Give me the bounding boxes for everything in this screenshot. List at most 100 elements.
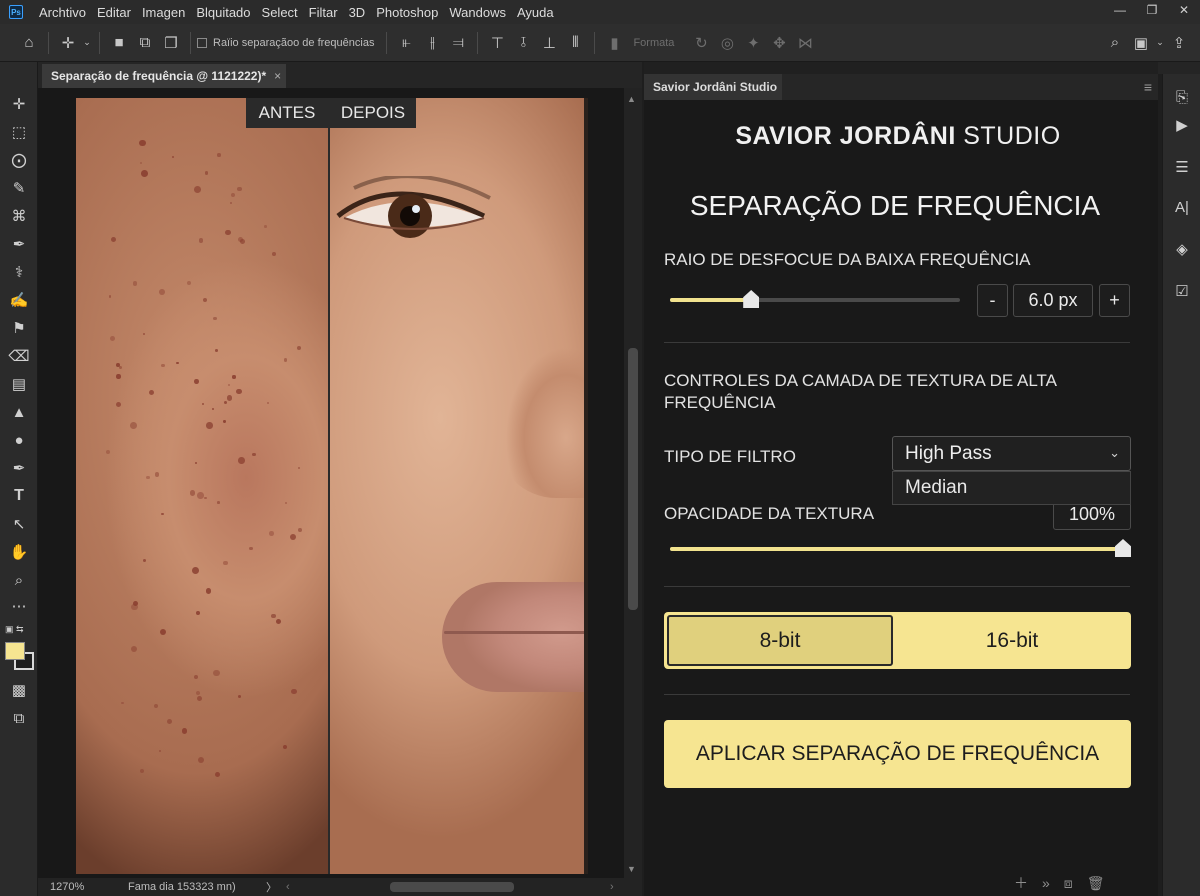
quick-mask-icon[interactable]: ▩ <box>6 678 32 702</box>
crop-icon[interactable]: ⌘ <box>6 204 32 228</box>
path-select-icon[interactable]: ↖ <box>6 512 32 536</box>
decrease-button[interactable]: - <box>977 284 1008 317</box>
search-icon[interactable]: ⌕ <box>1102 30 1128 56</box>
forward-icon[interactable]: » <box>1042 875 1050 891</box>
menu-photoshop[interactable]: Photoshop <box>376 5 438 20</box>
menu-editar[interactable]: Editar <box>97 5 131 20</box>
scroll-up-icon[interactable]: ▲ <box>627 94 636 104</box>
eyedropper-icon[interactable]: ✒ <box>6 232 32 256</box>
align-bottom-icon[interactable]: ⊥ <box>536 30 562 56</box>
align-top-icon[interactable]: ⊤ <box>484 30 510 56</box>
horizontal-scroll-thumb[interactable] <box>390 882 514 892</box>
character-icon[interactable]: A| <box>1171 196 1193 218</box>
align-center-icon[interactable]: ⫲ <box>419 30 445 56</box>
marquee-icon[interactable]: ⬚ <box>6 120 32 144</box>
adjustments-icon[interactable]: ☰ <box>1171 156 1193 178</box>
filter-type-select[interactable]: High Pass ⌄ <box>892 436 1131 471</box>
type-icon[interactable]: T <box>6 484 32 508</box>
panel-menu-icon[interactable]: ≡ <box>1144 79 1152 95</box>
delete-icon[interactable]: 🗑︎ <box>1087 875 1105 892</box>
chevron-down-icon[interactable]: ⌄ <box>81 30 93 56</box>
scroll-right-icon[interactable]: › <box>610 881 614 893</box>
restore-icon[interactable]: ❐ <box>1136 0 1168 20</box>
document-tab[interactable]: Separação de frequência @ 1121222)* × <box>42 64 286 88</box>
vertical-scrollbar[interactable]: ▲ ▼ <box>624 88 642 878</box>
close-icon[interactable]: × <box>274 69 281 83</box>
close-window-icon[interactable]: ✕ <box>1168 0 1200 20</box>
align-middle-icon[interactable]: ⫱ <box>510 30 536 56</box>
menu-ayuda[interactable]: Ayuda <box>517 5 554 20</box>
menu-blquitado[interactable]: Blquitado <box>196 5 250 20</box>
3d-drag-icon[interactable]: ✦ <box>740 30 766 56</box>
vertical-scroll-thumb[interactable] <box>628 348 638 610</box>
zoom-level[interactable]: 1270% <box>50 881 128 893</box>
trash-icon[interactable]: ▮ <box>601 30 627 56</box>
actions-icon[interactable]: ▶ <box>1171 114 1193 136</box>
pen-icon[interactable]: ✒ <box>6 456 32 480</box>
blur-radius-thumb[interactable] <box>743 290 760 308</box>
blur-radius-value[interactable]: 6.0 px <box>1013 284 1093 317</box>
more-icon[interactable]: ⋯ <box>6 594 32 618</box>
align-left-icon[interactable]: ⫦ <box>393 30 419 56</box>
layers-icon[interactable]: ◈ <box>1171 238 1193 260</box>
properties-icon[interactable]: ☑ <box>1171 280 1193 302</box>
gradient-icon[interactable]: ▤ <box>6 372 32 396</box>
new-layer-icon[interactable]: ⧈ <box>1064 875 1073 892</box>
healing-icon[interactable]: ⚕ <box>6 260 32 284</box>
add-selection-icon[interactable]: ⧉ <box>132 30 158 56</box>
align-right-icon[interactable]: ⫤ <box>445 30 471 56</box>
3d-slide-icon[interactable]: ✥ <box>766 30 792 56</box>
hand-icon[interactable]: ✋ <box>6 540 32 564</box>
eraser-icon[interactable]: ⌫ <box>6 344 32 368</box>
menu-select[interactable]: Select <box>262 5 298 20</box>
move-icon[interactable]: ✛ <box>6 92 32 116</box>
menu-3d[interactable]: 3D <box>349 5 366 20</box>
filter-option-median[interactable]: Median <box>892 471 1131 505</box>
dock-collapse-strip[interactable] <box>1158 62 1200 74</box>
blur-icon[interactable]: ▲ <box>6 400 32 424</box>
screen-mode-icon[interactable]: ⧉ <box>6 706 32 730</box>
menu-wandows[interactable]: Wandows <box>449 5 506 20</box>
bit-16-button[interactable]: 16-bit <box>897 615 1127 666</box>
3d-scale-icon[interactable]: ⋈ <box>792 30 818 56</box>
move-tool-icon[interactable]: ✛ <box>55 30 81 56</box>
bit-8-button[interactable]: 8-bit <box>667 615 893 666</box>
menu-imagen[interactable]: Imagen <box>142 5 185 20</box>
status-info-arrow[interactable]: 〉 <box>266 879 286 895</box>
home-icon[interactable]: ⌂ <box>16 30 42 56</box>
menu-archivo[interactable]: Archtivo <box>39 5 86 20</box>
before-after-divider[interactable] <box>328 98 330 874</box>
blur-radius-slider[interactable] <box>670 290 960 308</box>
quick-select-icon[interactable]: ✎ <box>6 176 32 200</box>
chevron-down-icon[interactable]: ⌄ <box>1154 30 1166 56</box>
scroll-left-icon[interactable]: ‹ <box>286 881 290 893</box>
distribute-icon[interactable]: ⫴ <box>562 30 588 56</box>
panel-collapse-strip[interactable] <box>644 62 1158 74</box>
3d-rotate-icon[interactable]: ↻ <box>688 30 714 56</box>
workspace-icon[interactable]: ▣ <box>1128 30 1154 56</box>
increase-button[interactable]: + <box>1099 284 1130 317</box>
default-colors-icon[interactable]: ▣ ⇆ <box>5 624 24 635</box>
3d-roll-icon[interactable]: ◎ <box>714 30 740 56</box>
apply-separation-button[interactable]: APLICAR SEPARAÇÃO DE FREQUÊNCIA <box>664 720 1131 788</box>
scroll-down-icon[interactable]: ▼ <box>627 864 636 874</box>
new-selection-icon[interactable]: ■ <box>106 30 132 56</box>
canvas-area[interactable]: ANTES DEPOIS <box>38 88 624 878</box>
history-icon[interactable]: ⎘ <box>1171 86 1193 108</box>
minimize-icon[interactable]: — <box>1104 0 1136 20</box>
zoom-icon[interactable]: ⌕ <box>6 568 32 592</box>
subtract-selection-icon[interactable]: ❐ <box>158 30 184 56</box>
add-icon[interactable]: ＋ <box>1014 873 1028 893</box>
brush-icon[interactable]: ✍ <box>6 288 32 312</box>
portrait-photo[interactable]: ANTES DEPOIS <box>76 98 588 874</box>
foreground-color-swatch[interactable] <box>5 642 25 660</box>
option-checkbox[interactable] <box>197 37 207 48</box>
lasso-icon[interactable]: ⨀ <box>6 148 32 172</box>
panel-tab[interactable]: Savior Jordâni Studio <box>644 74 782 100</box>
dodge-icon[interactable]: ● <box>6 428 32 452</box>
texture-opacity-thumb[interactable] <box>1115 539 1131 557</box>
menu-filtar[interactable]: Filtar <box>309 5 338 20</box>
texture-opacity-slider[interactable] <box>670 539 1131 557</box>
share-icon[interactable]: ⇪ <box>1166 30 1192 56</box>
stamp-icon[interactable]: ⚑ <box>6 316 32 340</box>
